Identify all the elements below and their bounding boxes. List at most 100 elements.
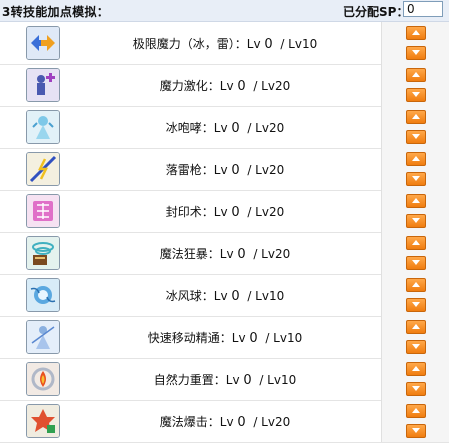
skill-current-level: 0 bbox=[237, 247, 246, 262]
skill-max-level: / Lv20 bbox=[253, 415, 291, 429]
ice-roar-icon bbox=[26, 110, 60, 144]
skill-name: 快速移动精通 bbox=[147, 331, 220, 345]
skill-label: 落雷枪：Lv 0 / Lv20 bbox=[60, 161, 390, 178]
arcane-boost-icon bbox=[26, 68, 60, 102]
level-down-button[interactable] bbox=[406, 256, 426, 270]
level-up-button[interactable] bbox=[406, 26, 426, 40]
skill-label: 冰咆哮：Lv 0 / Lv20 bbox=[60, 119, 390, 136]
skill-name: 冰咆哮 bbox=[165, 121, 202, 135]
level-buttons bbox=[381, 64, 449, 106]
skill-current-level: 0 bbox=[237, 415, 246, 430]
level-buttons bbox=[381, 400, 449, 442]
level-up-button[interactable] bbox=[406, 152, 426, 166]
level-up-button[interactable] bbox=[406, 278, 426, 292]
level-up-button[interactable] bbox=[406, 236, 426, 250]
skill-max-level: / Lv20 bbox=[253, 247, 291, 261]
ice-wind-ball-icon bbox=[26, 278, 60, 312]
level-buttons bbox=[381, 316, 449, 358]
skill-row: 封印术：Lv 0 / Lv20 bbox=[0, 190, 449, 233]
teleport-mastery-icon bbox=[26, 320, 60, 354]
skill-max-level: / Lv20 bbox=[253, 79, 291, 93]
level-up-button[interactable] bbox=[406, 320, 426, 334]
level-buttons bbox=[381, 106, 449, 148]
skill-label: 封印术：Lv 0 / Lv20 bbox=[60, 203, 390, 220]
skill-current-level: 0 bbox=[231, 289, 240, 304]
skill-max-level: / Lv20 bbox=[247, 205, 285, 219]
skill-name: 魔力激化 bbox=[159, 79, 208, 93]
skill-label: 自然力重置：Lv 0 / Lv10 bbox=[60, 371, 390, 388]
skill-row: 落雷枪：Lv 0 / Lv20 bbox=[0, 148, 449, 191]
page-title: 3转技能加点模拟： bbox=[2, 5, 110, 19]
skill-lv-prefix: ：Lv bbox=[201, 163, 232, 177]
skill-name: 封印术 bbox=[165, 205, 202, 219]
skill-lv-prefix: ：Lv bbox=[207, 415, 238, 429]
skill-lv-prefix: ：Lv bbox=[207, 247, 238, 261]
skill-max-level: / Lv10 bbox=[247, 289, 285, 303]
skill-label: 极限魔力（冰，雷）：Lv 0 / Lv10 bbox=[60, 35, 390, 52]
skill-row: 极限魔力（冰，雷）：Lv 0 / Lv10 bbox=[0, 22, 449, 65]
skill-max-level: / Lv10 bbox=[265, 331, 303, 345]
level-buttons bbox=[381, 232, 449, 274]
elemental-reset-icon bbox=[26, 362, 60, 396]
skill-lv-prefix: ：Lv bbox=[201, 121, 232, 135]
level-up-button[interactable] bbox=[406, 68, 426, 82]
level-down-button[interactable] bbox=[406, 214, 426, 228]
level-up-button[interactable] bbox=[406, 404, 426, 418]
skill-lv-prefix: ：Lv bbox=[207, 79, 238, 93]
skill-lv-prefix: ：Lv bbox=[219, 331, 250, 345]
skill-lv-prefix: ：Lv bbox=[213, 373, 244, 387]
sp-label: 已分配SP： bbox=[343, 5, 409, 19]
skill-max-level: / Lv20 bbox=[247, 121, 285, 135]
skill-current-level: 0 bbox=[264, 37, 273, 52]
skill-lv-prefix: ：Lv bbox=[201, 289, 232, 303]
level-down-button[interactable] bbox=[406, 130, 426, 144]
skill-row: 冰咆哮：Lv 0 / Lv20 bbox=[0, 106, 449, 149]
skill-label: 快速移动精通：Lv 0 / Lv10 bbox=[60, 329, 390, 346]
skill-max-level: / Lv20 bbox=[247, 163, 285, 177]
level-down-button[interactable] bbox=[406, 172, 426, 186]
seal-icon bbox=[26, 194, 60, 228]
skill-row: 魔法狂暴：Lv 0 / Lv20 bbox=[0, 232, 449, 275]
skill-row: 魔力激化：Lv 0 / Lv20 bbox=[0, 64, 449, 107]
level-down-button[interactable] bbox=[406, 424, 426, 438]
level-buttons bbox=[381, 190, 449, 232]
skill-row: 快速移动精通：Lv 0 / Lv10 bbox=[0, 316, 449, 359]
level-down-button[interactable] bbox=[406, 298, 426, 312]
level-buttons bbox=[381, 148, 449, 190]
level-down-button[interactable] bbox=[406, 46, 426, 60]
skill-name: 魔法爆击 bbox=[159, 415, 208, 429]
level-buttons bbox=[381, 358, 449, 400]
skill-max-level: / Lv10 bbox=[280, 37, 318, 51]
skill-name: 魔法狂暴 bbox=[159, 247, 208, 261]
skill-name: 极限魔力（冰，雷） bbox=[132, 37, 235, 51]
level-down-button[interactable] bbox=[406, 88, 426, 102]
skill-row: 魔法爆击：Lv 0 / Lv20 bbox=[0, 400, 449, 443]
level-buttons bbox=[381, 274, 449, 316]
skill-label: 魔力激化：Lv 0 / Lv20 bbox=[60, 77, 390, 94]
allocated-sp-field[interactable]: 0 bbox=[403, 1, 443, 17]
magic-critical-icon bbox=[26, 404, 60, 438]
skill-name: 冰风球 bbox=[165, 289, 202, 303]
level-up-button[interactable] bbox=[406, 362, 426, 376]
skill-label: 魔法爆击：Lv 0 / Lv20 bbox=[60, 413, 390, 430]
magic-frenzy-icon bbox=[26, 236, 60, 270]
skill-current-level: 0 bbox=[249, 331, 258, 346]
thunder-spear-icon bbox=[26, 152, 60, 186]
skill-lv-prefix: ：Lv bbox=[201, 205, 232, 219]
skill-name: 自然力重置 bbox=[153, 373, 214, 387]
level-down-button[interactable] bbox=[406, 382, 426, 396]
skill-lv-prefix: ：Lv bbox=[234, 37, 265, 51]
skill-label: 魔法狂暴：Lv 0 / Lv20 bbox=[60, 245, 390, 262]
skill-current-level: 0 bbox=[231, 121, 240, 136]
level-up-button[interactable] bbox=[406, 194, 426, 208]
skill-current-level: 0 bbox=[237, 79, 246, 94]
skill-label: 冰风球：Lv 0 / Lv10 bbox=[60, 287, 390, 304]
skill-row: 冰风球：Lv 0 / Lv10 bbox=[0, 274, 449, 317]
skill-current-level: 0 bbox=[231, 205, 240, 220]
level-down-button[interactable] bbox=[406, 340, 426, 354]
level-up-button[interactable] bbox=[406, 110, 426, 124]
skill-current-level: 0 bbox=[243, 373, 252, 388]
header-bar: 3转技能加点模拟： 已分配SP： 0 bbox=[0, 0, 449, 22]
skill-name: 落雷枪 bbox=[165, 163, 202, 177]
skill-current-level: 0 bbox=[231, 163, 240, 178]
